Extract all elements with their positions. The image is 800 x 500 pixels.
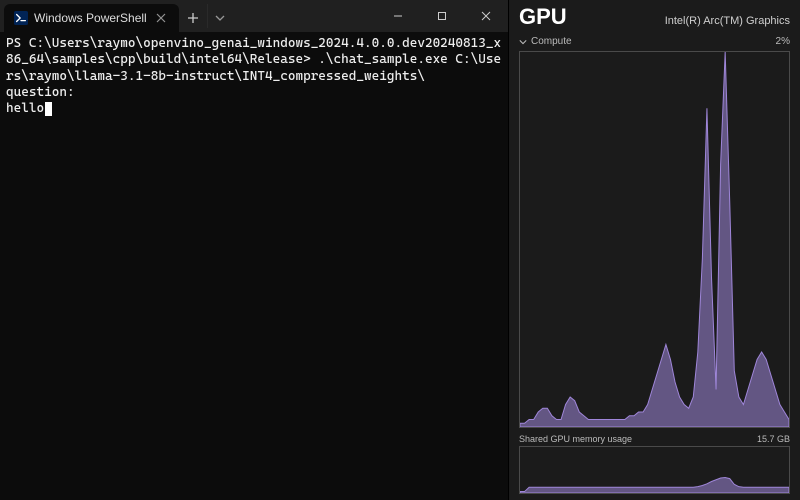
user-input-text: hello xyxy=(6,101,44,116)
new-tab-button[interactable] xyxy=(179,4,207,32)
close-window-button[interactable] xyxy=(464,0,508,32)
compute-label[interactable]: Compute xyxy=(531,36,572,47)
prompt-line: PS C:\Users\raymo\openvino_genai_windows… xyxy=(6,36,501,84)
gpu-device-name: Intel(R) Arc(TM) Graphics xyxy=(665,15,790,27)
question-prompt: question: xyxy=(6,85,75,100)
chevron-down-icon[interactable] xyxy=(519,38,527,46)
terminal-output[interactable]: PS C:\Users\raymo\openvino_genai_windows… xyxy=(0,32,508,500)
tab-dropdown-button[interactable] xyxy=(208,4,232,32)
tab-title: Windows PowerShell xyxy=(34,11,147,25)
shared-mem-chart xyxy=(519,446,790,494)
powershell-window: Windows PowerShell xyxy=(0,0,509,500)
window-titlebar[interactable]: Windows PowerShell xyxy=(0,0,508,32)
shared-mem-value: 15.7 GB xyxy=(757,434,790,444)
titlebar-drag-region[interactable] xyxy=(232,0,376,32)
minimize-button[interactable] xyxy=(376,0,420,32)
shared-mem-label: Shared GPU memory usage xyxy=(519,434,632,444)
powershell-icon xyxy=(14,11,28,25)
maximize-button[interactable] xyxy=(420,0,464,32)
taskmanager-gpu-panel: GPU Intel(R) Arc(TM) Graphics Compute 2%… xyxy=(509,0,800,500)
compute-chart xyxy=(519,51,790,428)
terminal-tab[interactable]: Windows PowerShell xyxy=(4,4,179,32)
gpu-title: GPU xyxy=(519,4,567,30)
text-cursor xyxy=(45,102,52,116)
compute-percent: 2% xyxy=(776,36,790,47)
tab-close-button[interactable] xyxy=(153,10,169,26)
